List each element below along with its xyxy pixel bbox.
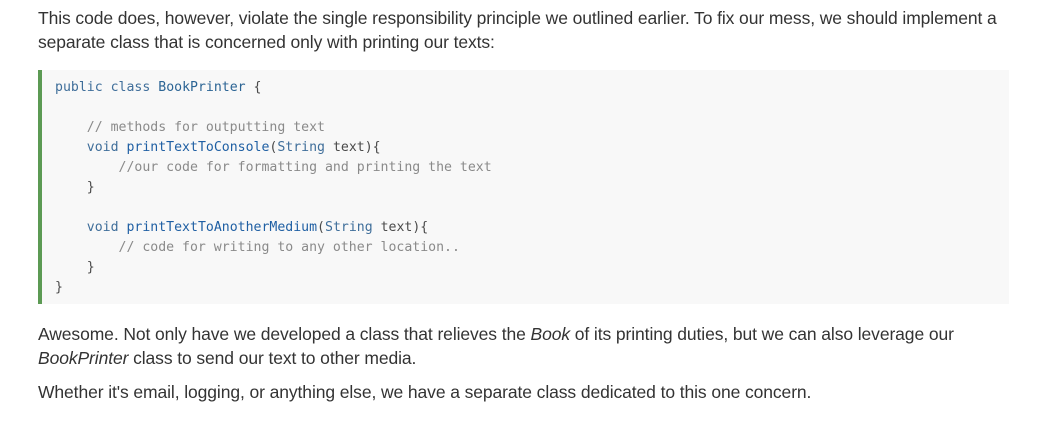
- close-brace-2: }: [86, 260, 95, 275]
- bookprinter-emphasis: BookPrinter: [38, 348, 129, 368]
- intro-paragraph: This code does, however, violate the sin…: [38, 8, 997, 52]
- keyword-public: public: [55, 80, 103, 95]
- comment-methods: // methods for outputting text: [86, 120, 325, 135]
- awesome-text-1: Awesome. Not only have we developed a cl…: [38, 324, 531, 344]
- awesome-text-2: of its printing duties, but we can also …: [570, 324, 954, 344]
- closing-paragraph: Whether it's email, logging, or anything…: [38, 382, 812, 402]
- comment-other-location: // code for writing to any other locatio…: [118, 240, 460, 255]
- book-emphasis: Book: [530, 324, 571, 344]
- awesome-paragraph: Awesome. Not only have we developed a cl…: [38, 322, 1013, 370]
- open-brace: {: [245, 80, 262, 95]
- method-print-to-console: printTextToConsole: [126, 140, 270, 155]
- code-block: public class BookPrinter { // methods fo…: [38, 70, 1009, 304]
- type-void-1: void: [86, 140, 119, 155]
- close-brace-class: }: [55, 280, 63, 295]
- code-line-1: public class BookPrinter {: [55, 80, 261, 95]
- code-listing: public class BookPrinter { // methods fo…: [55, 78, 492, 298]
- comment-formatting: //our code for formatting and printing t…: [118, 160, 492, 175]
- type-void-2: void: [86, 220, 119, 235]
- method-print-to-another-medium: printTextToAnotherMedium: [126, 220, 318, 235]
- type-string-2: String: [325, 220, 373, 235]
- awesome-text-3: class to send our text to other media.: [128, 348, 417, 368]
- close-brace-1: }: [86, 180, 95, 195]
- paren-open-2: (: [317, 220, 325, 235]
- type-string-1: String: [277, 140, 325, 155]
- param-text-2: text){: [372, 220, 429, 235]
- param-text-1: text){: [325, 140, 381, 155]
- keyword-class: class: [110, 80, 151, 95]
- class-name: BookPrinter: [158, 80, 246, 95]
